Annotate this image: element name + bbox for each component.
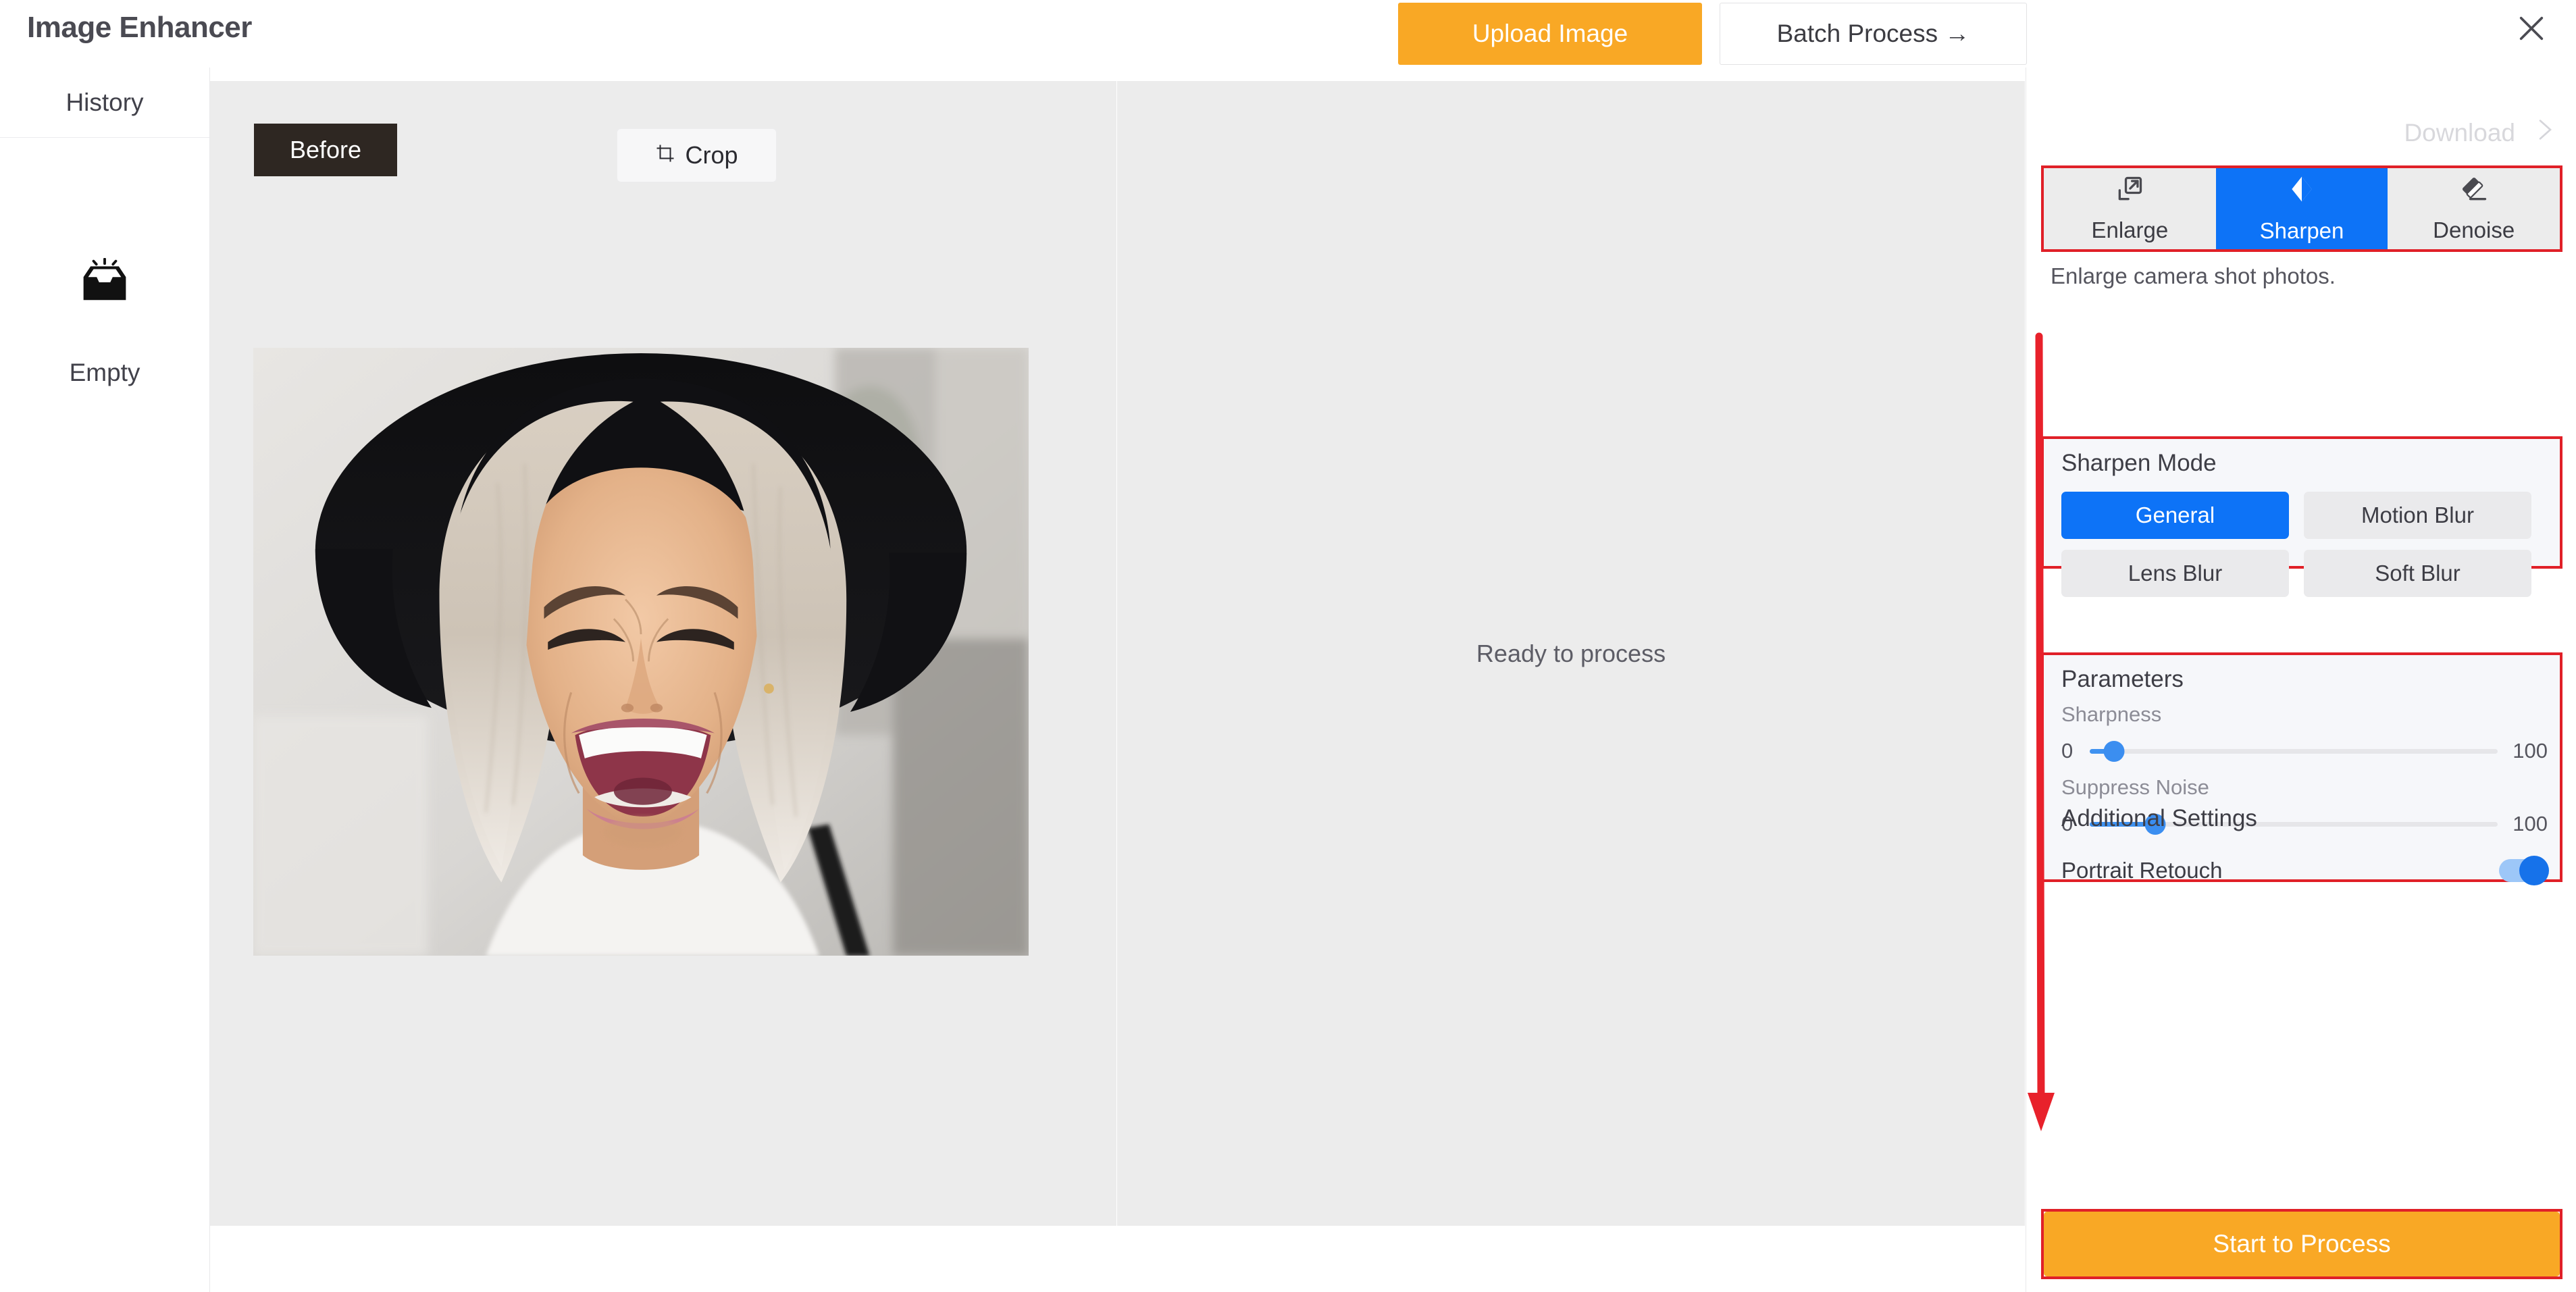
portrait-retouch-label: Portrait Retouch [2061, 858, 2223, 883]
history-empty-state: Empty [0, 257, 209, 387]
toggle-knob [2519, 856, 2549, 885]
mode-tabs: Enlarge Sharpen Denoise [2044, 168, 2560, 249]
mode-motion-blur[interactable]: Motion Blur [2304, 492, 2531, 539]
settings-panel: Download Enlarge Sharpen Denoise Enlarge… [2026, 68, 2576, 1292]
parameters-title: Parameters [2061, 666, 2184, 692]
eraser-icon [2459, 174, 2489, 209]
tab-enlarge[interactable]: Enlarge [2044, 168, 2216, 249]
upload-image-button[interactable]: Upload Image [1398, 3, 1702, 65]
history-sidebar: History Empty [0, 68, 210, 1292]
crop-label: Crop [685, 141, 738, 169]
crop-button[interactable]: Crop [617, 128, 777, 182]
sharpness-track[interactable] [2090, 740, 2498, 762]
download-button[interactable]: Download [2404, 115, 2557, 151]
close-icon[interactable] [2513, 9, 2550, 47]
sharpness-slider[interactable]: 0 100 [2061, 739, 2548, 763]
tab-sharpen[interactable]: Sharpen [2215, 168, 2388, 249]
sharpen-diamond-icon [2287, 174, 2317, 210]
sharpness-label: Sharpness [2061, 702, 2162, 726]
mode-soft-blur[interactable]: Soft Blur [2304, 550, 2531, 597]
tab-description: Enlarge camera shot photos. [2051, 263, 2336, 288]
history-empty-label: Empty [69, 359, 140, 386]
additional-settings-title: Additional Settings [2061, 805, 2257, 831]
batch-process-button[interactable]: Batch Process → [1720, 3, 2027, 65]
result-image-pane: Ready to process [1117, 81, 2025, 1226]
source-photo [253, 348, 1029, 956]
inbox-tray-icon [76, 257, 133, 310]
portrait-retouch-toggle[interactable] [2499, 856, 2549, 885]
parameters-section: Parameters Sharpness 0 100 Suppress Nois… [2041, 652, 2562, 885]
mode-general[interactable]: General [2061, 492, 2289, 539]
source-image-pane[interactable]: Before Crop [210, 81, 1117, 1226]
sharpen-mode-section: Sharpen Mode General Motion Blur Lens Bl… [2041, 436, 2562, 597]
tab-enlarge-label: Enlarge [2091, 217, 2169, 242]
sharpness-min: 0 [2061, 739, 2073, 763]
portrait-retouch-row: Portrait Retouch [2061, 856, 2549, 885]
chevron-right-icon [2530, 115, 2557, 151]
start-to-process-button[interactable]: Start to Process [2044, 1212, 2560, 1276]
download-label: Download [2404, 118, 2515, 147]
crop-icon [655, 141, 675, 170]
tab-sharpen-label: Sharpen [2259, 218, 2344, 243]
app-header: Image Enhancer Upload Image Batch Proces… [0, 0, 2576, 68]
ready-status-text: Ready to process [1476, 639, 1666, 667]
sidebar-title: History [0, 68, 209, 138]
mode-lens-blur[interactable]: Lens Blur [2061, 550, 2289, 597]
app-root: Image Enhancer Upload Image Batch Proces… [0, 0, 2576, 1292]
before-badge: Before [254, 124, 397, 176]
sharpness-thumb[interactable] [2103, 740, 2125, 762]
canvas-footer-spacer [210, 1226, 2026, 1292]
tab-denoise-label: Denoise [2433, 217, 2515, 242]
suppress-noise-label: Suppress Noise [2061, 775, 2209, 799]
sharpen-mode-title: Sharpen Mode [2061, 450, 2217, 476]
mode-tabs-annotation: Enlarge Sharpen Denoise [2041, 165, 2562, 252]
sharpen-mode-options: General Motion Blur Lens Blur Soft Blur [2061, 492, 2531, 597]
tab-denoise[interactable]: Denoise [2388, 168, 2560, 249]
sharpness-param: Sharpness 0 100 [2061, 702, 2548, 763]
expand-arrow-icon [2115, 174, 2144, 209]
suppress-noise-max: 100 [2513, 812, 2548, 835]
sharpness-max: 100 [2513, 739, 2548, 763]
header-actions: Upload Image Batch Process → [1398, 3, 2027, 65]
page-title: Image Enhancer [27, 11, 252, 44]
start-process-annotation: Start to Process [2041, 1209, 2562, 1279]
canvas-area: Before Crop Ready to process [210, 81, 2026, 1226]
